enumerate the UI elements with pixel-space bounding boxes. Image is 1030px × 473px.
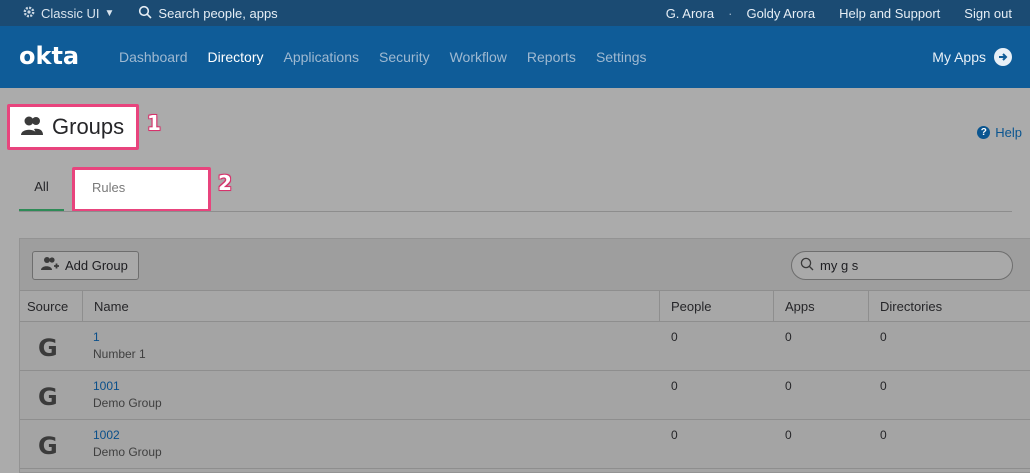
google-source-icon: G (38, 432, 58, 460)
nav-item-workflow[interactable]: Workflow (450, 49, 507, 65)
people-count: 0 (671, 330, 678, 344)
help-label: Help (995, 125, 1022, 140)
page-title: Groups (52, 114, 125, 139)
apps-count: 0 (785, 428, 792, 442)
gear-icon (22, 5, 36, 22)
apps-count: 0 (785, 379, 792, 393)
add-group-icon (41, 256, 59, 275)
my-apps-label: My Apps (932, 49, 986, 65)
tab-all-label: All (34, 179, 49, 194)
groups-toolbar: Add Group my g s (20, 239, 1030, 291)
separator-dot: · (728, 5, 733, 21)
classic-ui-label: Classic UI (41, 5, 100, 21)
add-group-button[interactable]: Add Group (32, 251, 139, 280)
nav-item-security[interactable]: Security (379, 49, 430, 65)
tab-rules[interactable]: Rules (72, 167, 211, 212)
directories-count: 0 (880, 330, 887, 344)
group-description: Demo Group (93, 396, 162, 410)
people-count: 0 (671, 379, 678, 393)
group-name-link[interactable]: 1002 (93, 428, 120, 442)
group-name-link[interactable]: 1001 (93, 379, 120, 393)
column-header-name[interactable]: Name (82, 291, 659, 322)
tab-rules-label: Rules (92, 180, 126, 195)
sign-out-link[interactable]: Sign out (964, 6, 1012, 21)
my-apps-button[interactable]: My Apps (932, 26, 1012, 88)
nav-item-directory[interactable]: Directory (208, 49, 264, 65)
nav-item-settings[interactable]: Settings (596, 49, 647, 65)
group-name-link[interactable]: 1 (93, 330, 100, 344)
table-row: G 1002 Demo Group 0 0 0 (20, 420, 1030, 469)
classic-ui-switcher[interactable]: Classic UI ▼ (22, 5, 114, 22)
tabs-divider (19, 211, 1012, 212)
user-full-name[interactable]: Goldy Arora (746, 6, 815, 21)
main-navbar: okta Dashboard Directory Applications Se… (0, 26, 1030, 88)
top-utility-bar: Classic UI ▼ Search people, apps G. Aror… (0, 0, 1030, 26)
apps-count: 0 (785, 330, 792, 344)
group-search-value: my g s (820, 258, 859, 273)
group-description: Number 1 (93, 347, 146, 361)
column-header-source[interactable]: Source (20, 291, 82, 322)
nav-menu: Dashboard Directory Applications Securit… (119, 26, 667, 88)
callout-number-2: 2 (218, 171, 232, 195)
column-header-apps[interactable]: Apps (773, 291, 868, 322)
group-icon (20, 115, 44, 140)
google-source-icon: G (38, 334, 58, 362)
global-search-placeholder: Search people, apps (158, 5, 278, 21)
caret-down-icon: ▼ (104, 7, 115, 19)
nav-item-reports[interactable]: Reports (527, 49, 576, 65)
help-icon: ? (977, 126, 991, 139)
callout-number-1: 1 (147, 111, 161, 135)
column-header-people[interactable]: People (659, 291, 773, 322)
help-link[interactable]: ? Help (977, 125, 1022, 140)
user-short-name[interactable]: G. Arora (666, 6, 714, 21)
help-support-link[interactable]: Help and Support (839, 6, 940, 21)
directories-count: 0 (880, 379, 887, 393)
table-row: G 1 Number 1 0 0 0 (20, 322, 1030, 371)
search-icon (138, 5, 152, 22)
nav-item-dashboard[interactable]: Dashboard (119, 49, 188, 65)
tab-all[interactable]: All (19, 176, 64, 212)
search-icon (800, 257, 814, 274)
people-count: 0 (671, 428, 678, 442)
google-source-icon: G (38, 383, 58, 411)
column-header-directories[interactable]: Directories (868, 291, 1030, 322)
page-title-highlight: Groups (7, 104, 139, 150)
add-group-label: Add Group (65, 258, 128, 273)
table-row: G 1001 Demo Group 0 0 0 (20, 371, 1030, 420)
groups-panel: Add Group my g s Source Name People Apps… (19, 238, 1030, 473)
arrow-right-circle-icon (994, 48, 1012, 66)
group-search-input[interactable]: my g s (791, 251, 1013, 280)
global-search[interactable]: Search people, apps (138, 5, 278, 22)
group-description: Demo Group (93, 445, 162, 459)
table-header: Source Name People Apps Directories (20, 291, 1030, 322)
nav-item-applications[interactable]: Applications (284, 49, 360, 65)
okta-logo[interactable]: okta (19, 42, 79, 70)
directories-count: 0 (880, 428, 887, 442)
